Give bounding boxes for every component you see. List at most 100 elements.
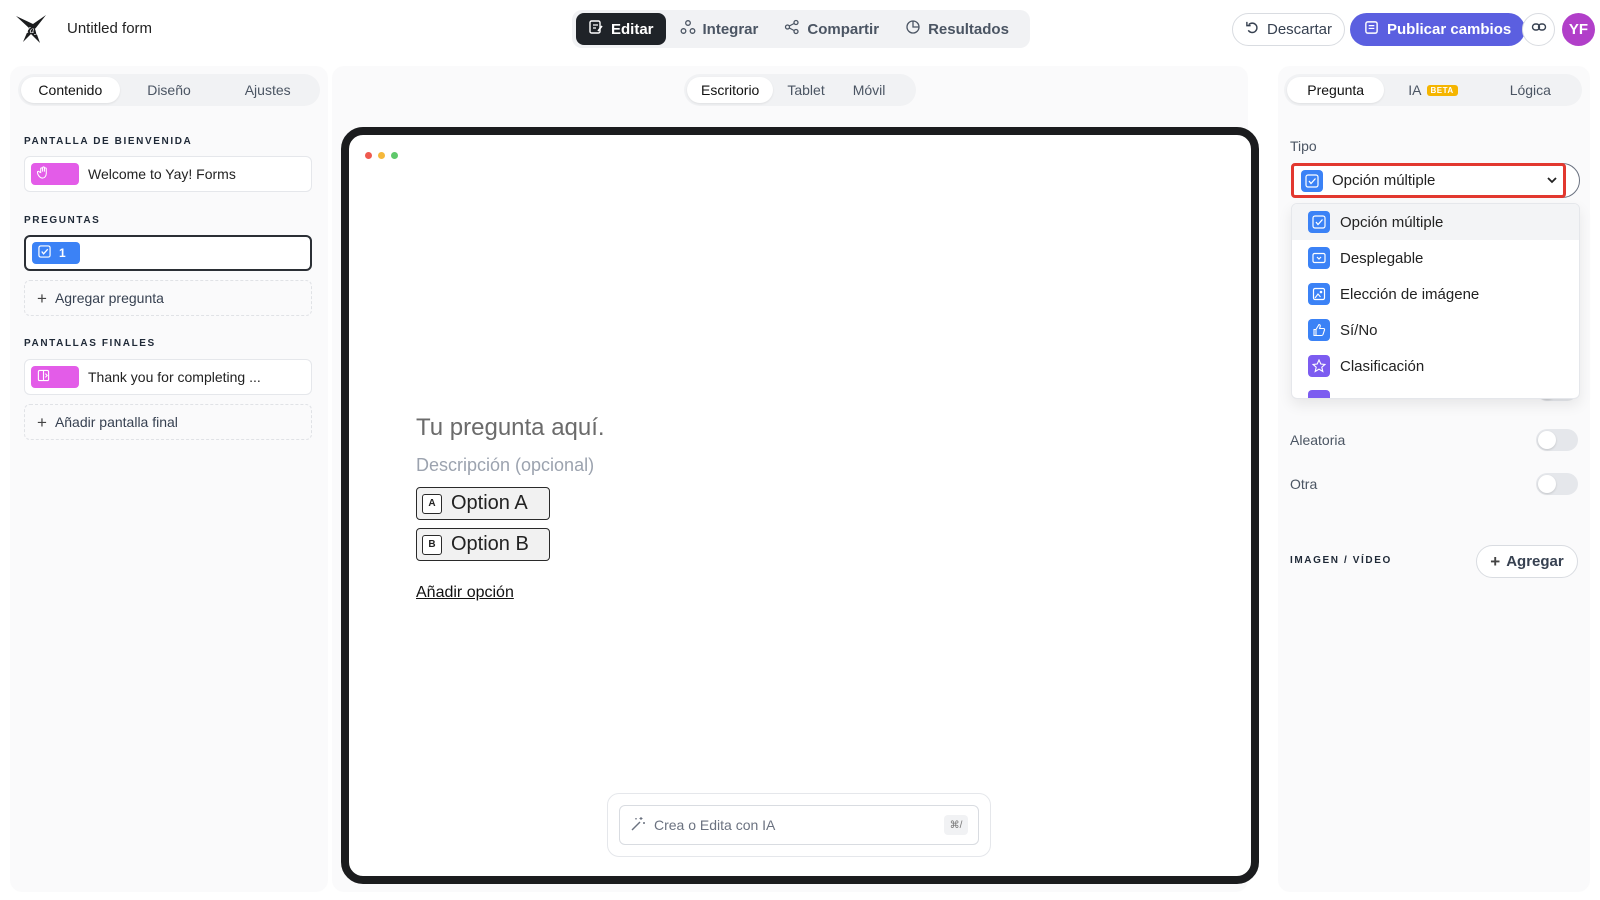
- top-bar: Yay Untitled form Editar Integrar Compar…: [0, 0, 1600, 62]
- ending-screen-item[interactable]: Thank you for completing ...: [24, 359, 312, 395]
- plus-icon: +: [37, 412, 47, 432]
- hand-wave-icon: [36, 166, 50, 182]
- yay-forms-logo-icon[interactable]: Yay: [14, 12, 48, 46]
- add-question-button[interactable]: + Agregar pregunta: [24, 280, 312, 316]
- tab-diseno[interactable]: Diseño: [120, 77, 219, 103]
- tab-ia[interactable]: IA BETA: [1384, 77, 1481, 103]
- ending-chip: [31, 366, 79, 388]
- minimize-dot-icon: [378, 152, 385, 159]
- user-avatar[interactable]: YF: [1562, 13, 1595, 46]
- content-sidebar: Contenido Diseño Ajustes PANTALLA DE BIE…: [10, 66, 328, 892]
- checkbox-icon: [1308, 211, 1330, 233]
- type-label: Tipo: [1290, 138, 1317, 154]
- plus-icon: +: [1490, 552, 1501, 571]
- type-option-dropdown[interactable]: Desplegable: [1292, 240, 1579, 276]
- randomize-label: Aleatoria: [1290, 432, 1346, 448]
- publish-label: Publicar cambios: [1387, 21, 1512, 38]
- form-title[interactable]: Untitled form: [67, 20, 152, 37]
- tab-ia-label: IA: [1408, 82, 1422, 98]
- tab-editar[interactable]: Editar: [576, 13, 666, 45]
- type-option-label: Desplegable: [1340, 249, 1424, 267]
- question-item[interactable]: 1: [24, 235, 312, 271]
- tab-integrar-label: Integrar: [702, 20, 759, 38]
- desktop-preview-frame: Tu pregunta aquí. Descripción (opcional)…: [341, 127, 1259, 884]
- option-b[interactable]: B Option B: [416, 528, 550, 561]
- tab-logica[interactable]: Lógica: [1482, 77, 1579, 103]
- image-choice-icon: [1308, 283, 1330, 305]
- tab-escritorio[interactable]: Escritorio: [687, 77, 774, 103]
- magic-wand-icon: [630, 816, 646, 835]
- type-option-multiple-choice[interactable]: Opción múltiple: [1292, 204, 1579, 240]
- question-type-select[interactable]: Opción múltiple: [1291, 163, 1566, 198]
- media-section-label: IMAGEN / VÍDEO: [1290, 555, 1392, 566]
- type-option-label: Clasificación: [1340, 357, 1425, 375]
- option-key: A: [422, 493, 442, 514]
- undo-icon: [1245, 20, 1260, 39]
- question-number: 1: [59, 246, 66, 260]
- sidebar-tabs: Contenido Diseño Ajustes: [18, 74, 320, 106]
- list-icon: [1308, 390, 1330, 398]
- star-icon: [1308, 355, 1330, 377]
- settings-tabs: Pregunta IA BETA Lógica: [1284, 74, 1582, 106]
- other-option-label: Otra: [1290, 476, 1318, 492]
- copy-link-button[interactable]: [1522, 13, 1555, 46]
- selected-type: Opción múltiple: [1332, 172, 1436, 189]
- tab-resultados[interactable]: Resultados: [893, 13, 1021, 45]
- type-option-partial[interactable]: [1292, 384, 1579, 398]
- discard-button[interactable]: Descartar: [1232, 13, 1346, 46]
- add-media-button[interactable]: + Agregar: [1476, 545, 1578, 578]
- other-option-row: Otra: [1290, 472, 1578, 496]
- randomize-toggle[interactable]: [1536, 429, 1578, 451]
- tab-compartir[interactable]: Compartir: [772, 13, 891, 45]
- welcome-section-label: PANTALLA DE BIENVENIDA: [24, 136, 193, 147]
- type-option-label: Sí/No: [1340, 321, 1378, 339]
- ai-prompt-input[interactable]: Crea o Edita con IA ⌘/: [619, 805, 979, 845]
- tab-ajustes[interactable]: Ajustes: [218, 77, 317, 103]
- publish-button[interactable]: Publicar cambios: [1350, 13, 1526, 46]
- add-question-label: Agregar pregunta: [54, 290, 164, 306]
- maximize-dot-icon: [391, 152, 398, 159]
- option-a[interactable]: A Option A: [416, 487, 550, 520]
- tab-movil[interactable]: Móvil: [839, 77, 900, 103]
- welcome-screen-item[interactable]: Welcome to Yay! Forms: [24, 156, 312, 192]
- other-option-toggle[interactable]: [1536, 473, 1578, 495]
- option-label: Option B: [451, 533, 529, 555]
- welcome-item-label: Welcome to Yay! Forms: [88, 166, 236, 182]
- ai-prompt-container: Crea o Edita con IA ⌘/: [607, 793, 991, 857]
- tab-pregunta[interactable]: Pregunta: [1287, 77, 1385, 103]
- option-label: Option A: [451, 492, 528, 514]
- endings-section-label: PANTALLAS FINALES: [24, 338, 156, 349]
- type-option-label: Elección de imágene: [1340, 285, 1480, 303]
- add-ending-label: Añadir pantalla final: [54, 414, 178, 430]
- window-dots: [365, 152, 398, 159]
- publish-icon: [1364, 20, 1379, 39]
- add-option-link[interactable]: Añadir opción: [416, 584, 514, 602]
- exit-door-icon: [37, 369, 50, 385]
- welcome-chip: [31, 163, 79, 185]
- question-title[interactable]: Tu pregunta aquí.: [416, 414, 605, 442]
- discard-label: Descartar: [1267, 21, 1333, 38]
- ai-placeholder: Crea o Edita con IA: [654, 817, 776, 833]
- type-option-label: Opción múltiple: [1340, 213, 1444, 231]
- thumbs-up-icon: [1308, 319, 1330, 341]
- device-tabs: Escritorio Tablet Móvil: [684, 74, 916, 106]
- svg-text:Yay: Yay: [25, 26, 39, 35]
- shortcut-hint: ⌘/: [944, 815, 968, 835]
- checkbox-icon: [1301, 169, 1323, 192]
- type-option-rating[interactable]: Clasificación: [1292, 348, 1579, 384]
- tab-tablet[interactable]: Tablet: [773, 77, 838, 103]
- type-option-yes-no[interactable]: Sí/No: [1292, 312, 1579, 348]
- beta-badge: BETA: [1426, 84, 1458, 96]
- questions-section-label: PREGUNTAS: [24, 215, 101, 226]
- tab-integrar[interactable]: Integrar: [668, 13, 771, 45]
- link-icon: [1531, 19, 1547, 40]
- checkbox-icon: [38, 245, 51, 261]
- add-ending-button[interactable]: + Añadir pantalla final: [24, 404, 312, 440]
- chevron-down-icon: [1547, 174, 1557, 188]
- question-description[interactable]: Descripción (opcional): [416, 455, 594, 476]
- tab-contenido[interactable]: Contenido: [21, 77, 120, 103]
- mode-tabs: Editar Integrar Compartir Resultados: [572, 10, 1030, 48]
- share-icon: [784, 19, 800, 39]
- results-icon: [905, 19, 921, 39]
- type-option-image-choice[interactable]: Elección de imágene: [1292, 276, 1579, 312]
